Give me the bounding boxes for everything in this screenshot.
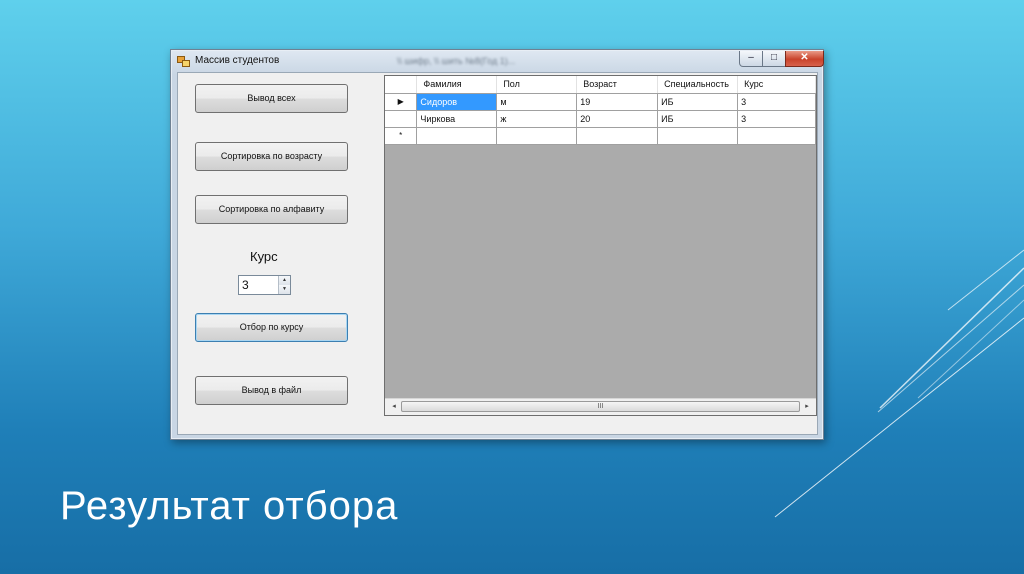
column-header[interactable]: Пол: [496, 76, 578, 94]
course-label: Курс: [250, 249, 278, 264]
column-header[interactable]: Фамилия: [416, 76, 498, 94]
output-to-file-button[interactable]: Вывод в файл: [195, 376, 348, 405]
spin-buttons: ▲ ▼: [278, 276, 290, 294]
table-cell[interactable]: [416, 127, 498, 145]
show-all-button[interactable]: Вывод всех: [195, 84, 348, 113]
table-cell[interactable]: [737, 127, 816, 145]
table-cell[interactable]: 20: [576, 110, 659, 128]
sort-by-age-button[interactable]: Сортировка по возрасту: [195, 142, 348, 171]
table-cell[interactable]: [576, 127, 659, 145]
table-cell[interactable]: Сидоров: [416, 93, 498, 111]
column-header[interactable]: Курс: [737, 76, 816, 94]
minimize-button[interactable]: –: [739, 51, 763, 67]
table-cell[interactable]: [496, 127, 578, 145]
new-row[interactable]: *: [385, 127, 816, 145]
grid-table: Фамилия Пол Возраст Специальность Курс ▶…: [385, 76, 816, 145]
table-cell[interactable]: 19: [576, 93, 659, 111]
current-row-arrow-icon[interactable]: ▶: [385, 93, 418, 111]
sort-by-alphabet-button[interactable]: Сортировка по алфавиту: [195, 195, 348, 224]
scroll-thumb[interactable]: III: [401, 401, 800, 412]
table-cell[interactable]: [657, 127, 739, 145]
table-row[interactable]: Чиркова ж 20 ИБ 3: [385, 110, 816, 128]
form-client-area: Вывод всех Сортировка по возрасту Сортир…: [177, 72, 818, 435]
spin-down-arrow-icon[interactable]: ▼: [279, 285, 290, 294]
close-button[interactable]: ✕: [785, 51, 824, 67]
row-header[interactable]: [385, 110, 418, 128]
filter-by-course-button[interactable]: Отбор по курсу: [195, 313, 348, 342]
horizontal-scrollbar[interactable]: ◂ III ▸: [385, 398, 816, 415]
scroll-right-arrow-icon[interactable]: ▸: [801, 401, 813, 412]
course-value[interactable]: 3: [242, 278, 249, 292]
grid-header-row: Фамилия Пол Возраст Специальность Курс: [385, 76, 816, 94]
table-cell[interactable]: ИБ: [657, 110, 739, 128]
table-row[interactable]: ▶ Сидоров м 19 ИБ 3: [385, 93, 816, 111]
students-data-grid[interactable]: Фамилия Пол Возраст Специальность Курс ▶…: [384, 75, 817, 416]
app-window: Массив студентов \\ шифр, \\ шить №8(Год…: [170, 49, 824, 440]
table-cell[interactable]: Чиркова: [416, 110, 498, 128]
table-cell[interactable]: ж: [496, 110, 578, 128]
window-title: Массив студентов: [195, 55, 280, 66]
course-numeric-updown[interactable]: 3 ▲ ▼: [238, 275, 291, 295]
maximize-button[interactable]: □: [762, 51, 786, 67]
app-icon: [177, 56, 190, 67]
scroll-left-arrow-icon[interactable]: ◂: [388, 401, 400, 412]
column-header[interactable]: Возраст: [576, 76, 659, 94]
blurred-title-text: \\ шифр, \\ шить №8(Год 1)...: [397, 56, 516, 66]
title-bar[interactable]: Массив студентов \\ шифр, \\ шить №8(Год…: [171, 50, 824, 72]
new-row-asterisk-icon[interactable]: *: [385, 127, 418, 145]
table-cell[interactable]: ИБ: [657, 93, 739, 111]
table-cell[interactable]: 3: [737, 110, 816, 128]
table-cell[interactable]: м: [496, 93, 578, 111]
column-header[interactable]: Специальность: [657, 76, 739, 94]
row-header-corner: [385, 76, 418, 94]
table-cell[interactable]: 3: [737, 93, 816, 111]
slide-title: Результат отбора: [60, 484, 399, 528]
